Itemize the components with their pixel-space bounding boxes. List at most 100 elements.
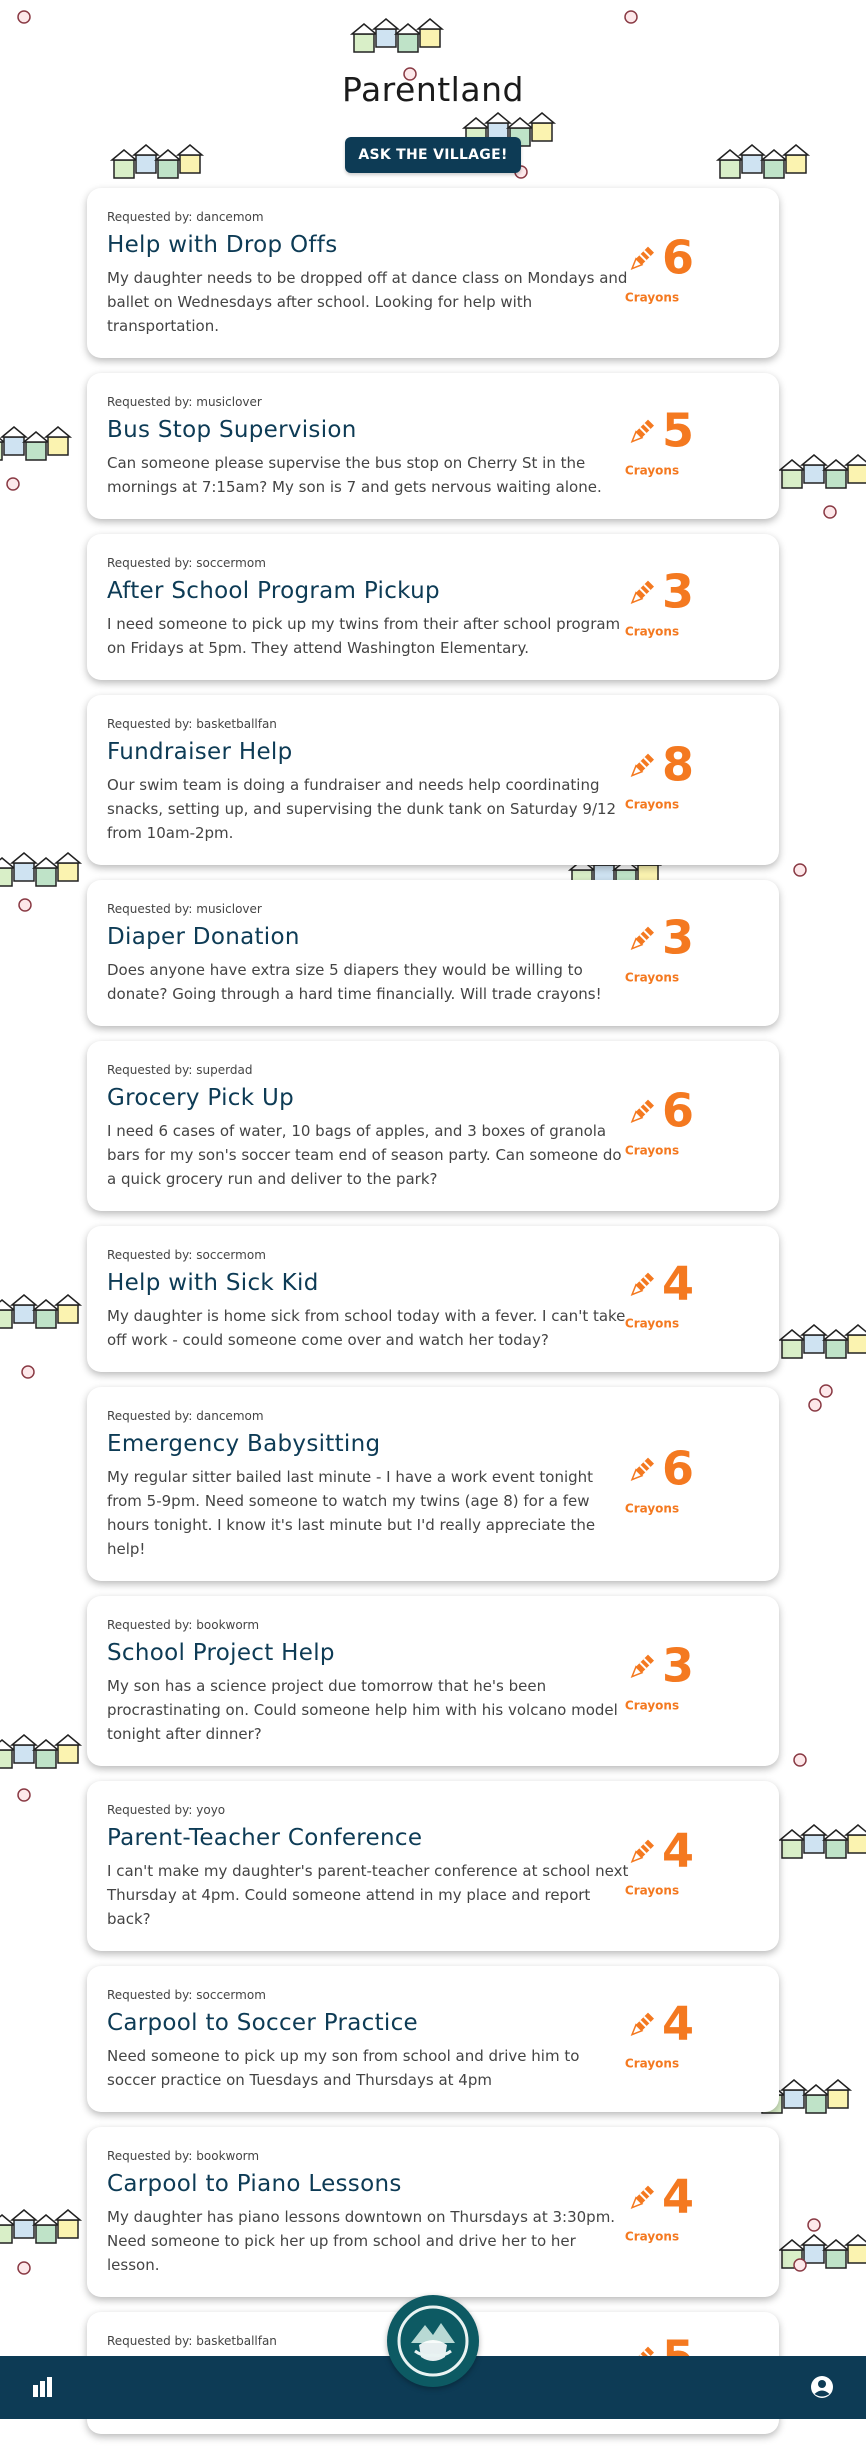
crayon-unit-label: Crayons [624,624,680,639]
house-decoration [31,2214,61,2244]
house-decoration [31,1739,61,1769]
house-decoration [843,1324,866,1354]
house-decoration [9,1734,39,1764]
request-card[interactable]: Requested by: soccermom Help with Sick K… [87,1226,779,1372]
request-title: Help with Sick Kid [107,1270,319,1296]
house-decoration [843,454,866,484]
crayon-reward: 6 Crayons [611,1444,711,1516]
house-decoration [779,2079,809,2109]
house-decoration [821,1329,851,1359]
request-card[interactable]: Requested by: musiclover Bus Stop Superv… [87,373,779,519]
dot-decoration [6,477,20,491]
house-decoration [53,1294,83,1324]
house-decoration [799,1824,829,1854]
crayon-unit-label: Crayons [624,797,680,812]
dot-decoration [807,2218,821,2232]
dot-decoration [819,1384,833,1398]
crayon-count: 6 [661,1083,694,1138]
requested-by: Requested by: bookworm [107,1618,260,1632]
request-title: Emergency Babysitting [107,1431,381,1457]
request-title: Bus Stop Supervision [107,417,357,443]
request-title: After School Program Pickup [107,578,440,604]
crayon-unit-label: Crayons [624,2056,680,2071]
request-description: I need 6 cases of water, 10 bags of appl… [107,1122,622,1188]
crayon-count: 4 [661,2169,694,2224]
request-card[interactable]: Requested by: basketballfan Fundraiser H… [87,695,779,865]
request-card[interactable]: Requested by: bookworm School Project He… [87,1596,779,1766]
house-decoration [43,426,73,456]
house-decoration [31,857,61,887]
house-decoration [53,852,83,882]
house-decoration [0,426,29,456]
house-decoration [53,1734,83,1764]
requested-by: Requested by: dancemom [107,1409,264,1423]
crayon-unit-label: Crayons [624,1143,680,1158]
request-title: Grocery Pick Up [107,1085,294,1111]
request-card[interactable]: Requested by: dancemom Emergency Babysit… [87,1387,779,1581]
requested-by: Requested by: basketballfan [107,2334,277,2348]
request-description: Can someone please supervise the bus sto… [107,454,602,496]
request-card[interactable]: Requested by: superdad Grocery Pick Up I… [87,1041,779,1211]
home-hands-logo-icon[interactable] [387,2295,479,2387]
crayon-icon [630,1654,654,1679]
crayon-reward: 4 Crayons [611,2172,711,2244]
dot-decoration [793,2258,807,2272]
house-decoration [9,852,39,882]
request-card[interactable]: Requested by: dancemom Help with Drop Of… [87,188,779,358]
crayon-reward: 3 Crayons [611,1641,711,1713]
house-decoration [823,2079,853,2109]
request-title: Carpool to Piano Lessons [107,2171,402,2197]
request-description: My son has a science project due tomorro… [107,1677,618,1743]
request-description: I need someone to pick up my twins from … [107,615,621,657]
request-card[interactable]: Requested by: bookworm Carpool to Piano … [87,2127,779,2297]
crayon-reward: 4 Crayons [611,1999,711,2071]
village-icon[interactable] [32,2376,56,2402]
dot-decoration [21,1365,35,1379]
house-decoration [21,431,51,461]
house-decoration [31,1299,61,1329]
request-card[interactable]: Requested by: musiclover Diaper Donation… [87,880,779,1026]
dot-decoration [17,1788,31,1802]
crayon-icon [630,753,654,778]
crayon-reward: 8 Crayons [611,740,711,812]
requested-by: Requested by: basketballfan [107,717,277,731]
crayon-count: 4 [661,1823,694,1878]
request-card[interactable]: Requested by: soccermom After School Pro… [87,534,779,680]
request-title: Fundraiser Help [107,739,293,765]
requested-by: Requested by: soccermom [107,556,266,570]
request-description: Does anyone have extra size 5 diapers th… [107,961,602,1003]
house-decoration [777,1829,807,1859]
house-decoration [777,1329,807,1359]
crayon-count: 3 [661,1638,694,1693]
request-card[interactable]: Requested by: yoyo Parent-Teacher Confer… [87,1781,779,1951]
crayon-icon [630,1839,654,1864]
house-decoration [799,1324,829,1354]
requested-by: Requested by: yoyo [107,1803,226,1817]
crayon-unit-label: Crayons [624,1883,680,1898]
user-account-icon[interactable] [810,2375,834,2403]
requested-by: Requested by: bookworm [107,2149,260,2163]
request-description: My daughter is home sick from school tod… [107,1307,626,1349]
crayon-reward: 3 Crayons [611,567,711,639]
ask-the-village-button[interactable]: ASK THE VILLAGE! [345,137,521,173]
crayon-unit-label: Crayons [624,290,680,305]
house-decoration [777,459,807,489]
crayon-icon [630,419,654,444]
request-description: Our swim team is doing a fundraiser and … [107,776,617,842]
dot-decoration [793,1753,807,1767]
requested-by: Requested by: musiclover [107,395,262,409]
request-description: My daughter has piano lessons downtown o… [107,2208,616,2274]
crayon-reward: 4 Crayons [611,1826,711,1898]
request-title: Carpool to Soccer Practice [107,2010,418,2036]
dot-decoration [793,863,807,877]
dot-decoration [823,505,837,519]
request-card[interactable]: Requested by: soccermom Carpool to Socce… [87,1966,779,2112]
request-list: Requested by: dancemom Help with Drop Of… [87,188,779,2449]
requested-by: Requested by: soccermom [107,1988,266,2002]
crayon-count: 3 [661,910,694,965]
crayon-count: 4 [661,1996,694,2051]
crayon-unit-label: Crayons [624,1316,680,1331]
request-description: My daughter needs to be dropped off at d… [107,269,628,335]
crayon-unit-label: Crayons [624,1698,680,1713]
request-title: Help with Drop Offs [107,232,338,258]
